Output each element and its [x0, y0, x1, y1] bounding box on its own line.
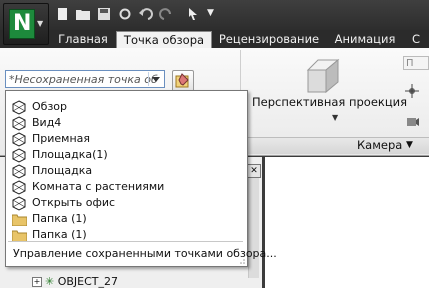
save-viewpoint-button[interactable]: [172, 70, 194, 92]
viewpoint-icon: [12, 132, 26, 147]
list-item[interactable]: Открыть офис: [12, 195, 116, 211]
list-item-label: Приемная: [32, 132, 91, 145]
navigate-icon[interactable]: [405, 84, 419, 98]
scene-view[interactable]: [265, 157, 429, 288]
tree-row-label: OBJECT_27: [57, 275, 119, 288]
tree-row[interactable]: + ✳ OBJECT_27: [32, 275, 118, 288]
align-camera-icon[interactable]: [405, 115, 419, 129]
viewpoint-combo-value: *Несохраненная точка об: [9, 73, 158, 86]
undo-icon[interactable]: [139, 8, 154, 20]
perspective-cube-icon[interactable]: [304, 58, 342, 94]
saved-viewpoint-combo[interactable]: *Несохраненная точка об: [5, 70, 165, 88]
viewpoint-icon: [12, 164, 26, 179]
list-item-label: Комната с растениями: [32, 180, 165, 193]
tab-home[interactable]: Главная: [54, 31, 112, 48]
ribbon-tabs: Главная Точка обзора Рецензирование Аним…: [0, 30, 429, 49]
right-field[interactable]: П: [403, 56, 429, 70]
list-item-label: Площадка(1): [32, 148, 108, 161]
list-item-label: Папка (1): [32, 228, 87, 241]
camera-panel-label[interactable]: Камера: [357, 138, 402, 152]
list-item-label: Площадка: [32, 164, 93, 177]
select-cursor-icon[interactable]: [186, 8, 201, 20]
folder-icon: [12, 214, 27, 226]
list-item[interactable]: Папка (1): [12, 211, 87, 227]
viewpoint-icon: [12, 148, 26, 163]
tab-more[interactable]: С: [406, 31, 426, 48]
list-item[interactable]: Обзор: [12, 99, 68, 115]
list-item[interactable]: Вид4: [12, 115, 62, 131]
viewpoint-icon: [12, 116, 26, 131]
divider: [8, 241, 243, 242]
list-item-label: Открыть офис: [32, 196, 116, 209]
chevron-down-icon[interactable]: ▼: [332, 113, 338, 122]
tab-animation[interactable]: Анимация: [329, 31, 401, 48]
qat-dropdown-icon[interactable]: ▼: [207, 8, 214, 18]
viewpoint-icon: [12, 100, 26, 115]
saved-viewpoints-dropdown: Обзор Вид4 Приемная Площадка(1) Площадка…: [5, 90, 277, 267]
list-item-label: Обзор: [32, 100, 68, 113]
application-menu-button[interactable]: N ▼: [3, 3, 49, 45]
save-icon[interactable]: [97, 8, 112, 20]
refresh-icon[interactable]: [118, 8, 133, 20]
list-item-label: Папка (1): [32, 212, 87, 225]
new-file-icon[interactable]: [55, 8, 70, 20]
tab-viewpoint[interactable]: Точка обзора: [116, 31, 212, 49]
chevron-down-icon[interactable]: ▼: [406, 140, 413, 150]
perspective-projection-button[interactable]: Перспективная проекция: [252, 95, 407, 109]
chevron-down-icon[interactable]: [148, 72, 163, 86]
close-icon[interactable]: ✕: [247, 164, 261, 178]
list-item[interactable]: Площадка: [12, 163, 93, 179]
expand-icon[interactable]: +: [32, 277, 42, 287]
redo-icon[interactable]: [158, 8, 173, 20]
chevron-down-icon: ▼: [37, 19, 44, 28]
open-folder-icon[interactable]: [76, 8, 91, 20]
list-item[interactable]: Площадка(1): [12, 147, 108, 163]
tree-scrollbar[interactable]: [248, 178, 259, 278]
viewpoint-icon: [12, 196, 26, 211]
object-icon: ✳: [45, 275, 55, 288]
app-logo-icon: N: [9, 9, 35, 39]
list-item[interactable]: Приемная: [12, 131, 91, 147]
list-item-label: Вид4: [32, 116, 62, 129]
list-item[interactable]: Комната с растениями: [12, 179, 165, 195]
tab-review[interactable]: Рецензирование: [215, 31, 323, 48]
viewpoint-icon: [12, 180, 26, 195]
resize-grip-icon[interactable]: [237, 256, 245, 264]
quick-access-toolbar: ▼: [0, 0, 429, 30]
